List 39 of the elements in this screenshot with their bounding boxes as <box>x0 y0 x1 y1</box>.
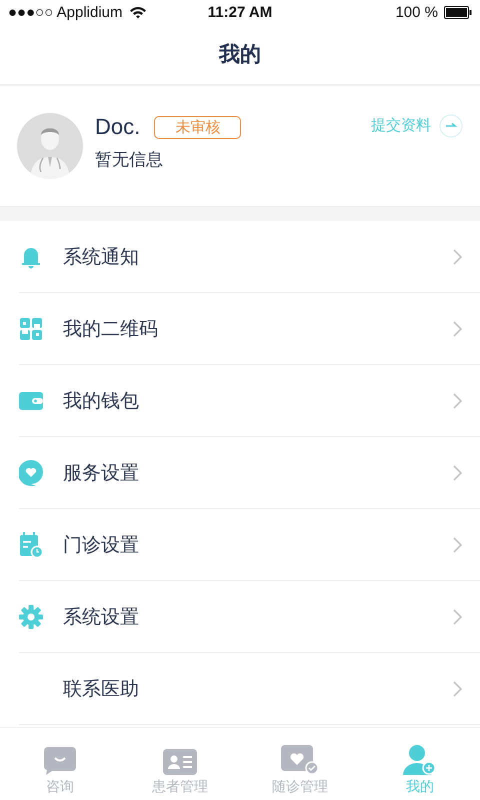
chevron-icon <box>453 392 462 408</box>
carrier-label: ●●●○○ Applidium <box>8 4 123 20</box>
menu-item[interactable]: 系统通知 <box>19 221 480 293</box>
menu-label: 我的钱包 <box>63 388 140 414</box>
menu-label: 我的二维码 <box>63 316 159 342</box>
menu-item[interactable]: 系统设置 <box>19 581 480 653</box>
menu-label: 系统设置 <box>63 604 140 630</box>
calendar-clock-icon <box>19 532 43 558</box>
heart-chat-icon <box>19 460 43 486</box>
chevron-icon <box>453 464 462 480</box>
status-badge: 未审核 <box>154 116 242 138</box>
settings-icon <box>19 604 43 628</box>
menu-item[interactable]: 联系医助 <box>19 653 480 725</box>
chevron-icon <box>453 608 462 624</box>
heart-check-icon <box>281 745 319 775</box>
page-title: 我的 <box>219 41 261 68</box>
menu-item[interactable]: 我的二维码 <box>19 293 480 365</box>
battery-label: 100 % <box>395 4 438 20</box>
menu-item[interactable]: 门诊设置 <box>19 509 480 581</box>
battery-icon <box>444 6 472 18</box>
chat-icon <box>44 747 76 775</box>
chevron-icon <box>453 320 462 336</box>
id-card-icon <box>163 749 197 775</box>
menu-item[interactable]: 服务设置 <box>19 437 480 509</box>
user-info: 暂无信息 <box>95 149 164 171</box>
clock: 11:27 AM <box>208 4 272 20</box>
user-add-icon <box>403 745 437 775</box>
chevron-icon <box>453 248 462 264</box>
qr-code-icon <box>19 316 43 340</box>
menu-label: 服务设置 <box>63 460 140 486</box>
user-name: Doc. <box>95 114 140 140</box>
menu-item[interactable]: 我的钱包 <box>19 365 480 437</box>
chevron-icon <box>453 680 462 696</box>
menu-label: 联系医助 <box>63 676 140 702</box>
chevron-icon <box>453 536 462 552</box>
menu-label: 门诊设置 <box>63 532 140 558</box>
doctor-avatar-icon <box>17 113 83 179</box>
wifi-icon <box>128 6 147 18</box>
menu-label: 系统通知 <box>63 244 140 270</box>
